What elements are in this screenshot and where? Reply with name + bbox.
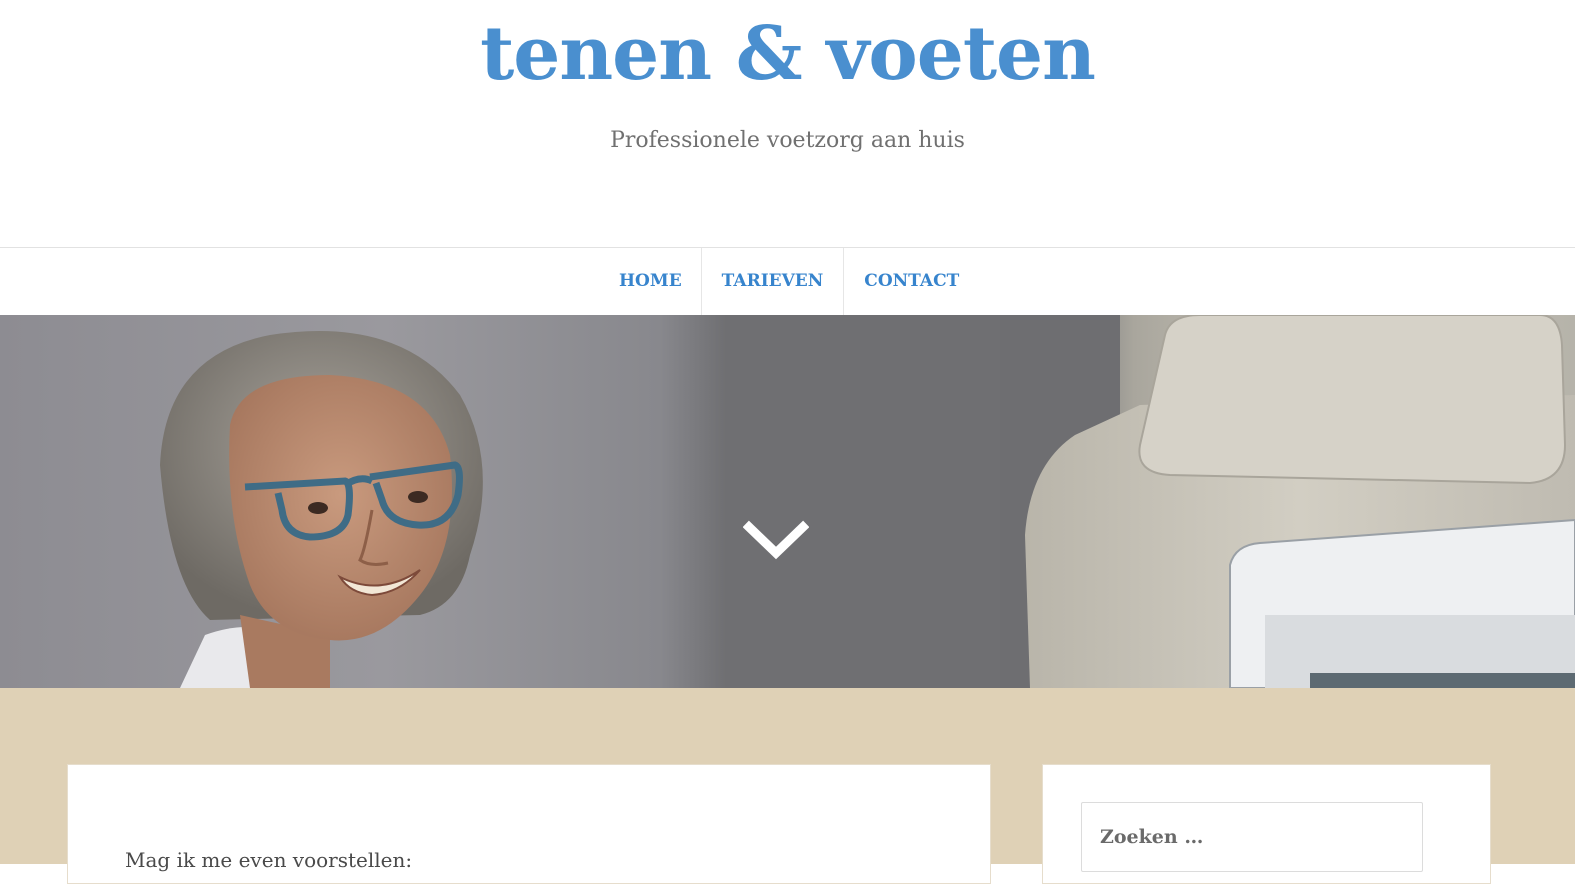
nav-item-contact[interactable]: CONTACT <box>844 248 979 315</box>
nav-list: HOME TARIEVEN CONTACT <box>600 248 979 315</box>
main-navigation: HOME TARIEVEN CONTACT <box>0 247 1575 315</box>
hero-photo <box>0 315 1575 688</box>
sidebar-widget <box>1042 764 1491 884</box>
main-content-card: Mag ik me even voorstellen: <box>67 764 991 884</box>
site-tagline: Professionele voetzorg aan huis <box>610 128 965 153</box>
intro-text: Mag ik me even voorstellen: <box>125 848 413 872</box>
site-title[interactable]: tenen & voeten <box>0 4 1575 104</box>
hero-image <box>0 315 1575 688</box>
chevron-down-icon[interactable] <box>743 515 809 565</box>
site-header: tenen & voeten Professionele voetzorg aa… <box>0 0 1575 247</box>
search-input[interactable] <box>1081 802 1423 872</box>
nav-item-tarieven[interactable]: TARIEVEN <box>702 248 845 315</box>
nav-item-home[interactable]: HOME <box>600 248 702 315</box>
